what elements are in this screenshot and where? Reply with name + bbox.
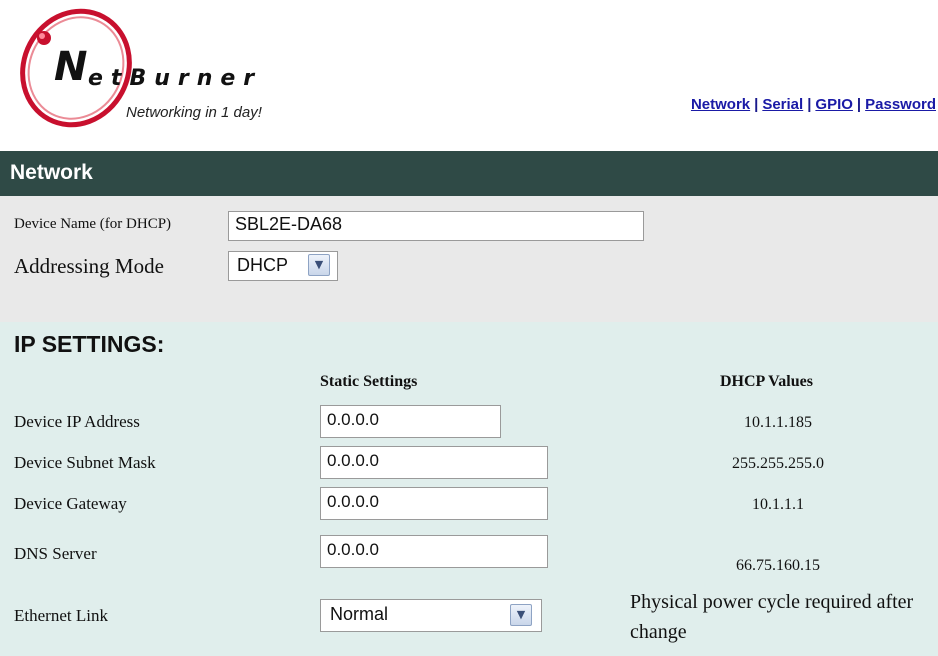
ip-settings-title: IP SETTINGS: (14, 331, 165, 357)
nav-separator: | (856, 96, 862, 113)
section-title: Network (10, 161, 93, 184)
addressing-mode-value: DHCP (237, 255, 289, 275)
dns-server-label: DNS Server (14, 544, 97, 563)
dns-server-field[interactable]: 0.0.0.0 (320, 535, 548, 568)
addressing-mode-label: Addressing Mode (14, 254, 164, 278)
nav-separator: | (754, 96, 759, 113)
nav-separator: | (807, 96, 812, 113)
device-name-label: Device Name (for DHCP) (14, 216, 172, 232)
brand-name: etBurner (88, 66, 263, 91)
brand-tagline: Networking in 1 day! (126, 104, 262, 121)
device-ip-label: Device IP Address (14, 412, 140, 431)
power-cycle-note: Physical power cycle required after chan… (630, 591, 914, 643)
top-nav: Network | Serial | GPIO | Password (691, 96, 936, 113)
chevron-down-icon[interactable]: ▼ (510, 604, 532, 626)
static-settings-header: Static Settings (320, 373, 418, 390)
gateway-label: Device Gateway (14, 494, 127, 513)
device-name-field[interactable]: SBL2E-DA68 (228, 211, 644, 241)
ethernet-link-label: Ethernet Link (14, 606, 108, 625)
section-header-bar (0, 151, 938, 196)
subnet-mask-label: Device Subnet Mask (14, 453, 156, 472)
dhcp-values-header: DHCP Values (720, 373, 813, 390)
device-ip-field[interactable]: 0.0.0.0 (320, 405, 501, 438)
gateway-field[interactable]: 0.0.0.0 (320, 487, 548, 520)
nav-link-gpio[interactable]: GPIO (815, 96, 853, 113)
device-ip-dhcp-value: 10.1.1.185 (744, 414, 812, 431)
nav-link-network[interactable]: Network (691, 96, 750, 113)
subnet-mask-dhcp-value: 255.255.255.0 (732, 455, 824, 472)
ethernet-link-value: Normal (330, 604, 389, 624)
nav-link-serial[interactable]: Serial (762, 96, 803, 113)
chevron-down-icon[interactable]: ▼ (308, 254, 330, 276)
nav-link-password[interactable]: Password (865, 96, 936, 113)
brand-initial: N (54, 44, 88, 90)
dns-server-dhcp-value: 66.75.160.15 (736, 557, 820, 574)
gateway-dhcp-value: 10.1.1.1 (752, 496, 804, 513)
subnet-mask-field[interactable]: 0.0.0.0 (320, 446, 548, 479)
